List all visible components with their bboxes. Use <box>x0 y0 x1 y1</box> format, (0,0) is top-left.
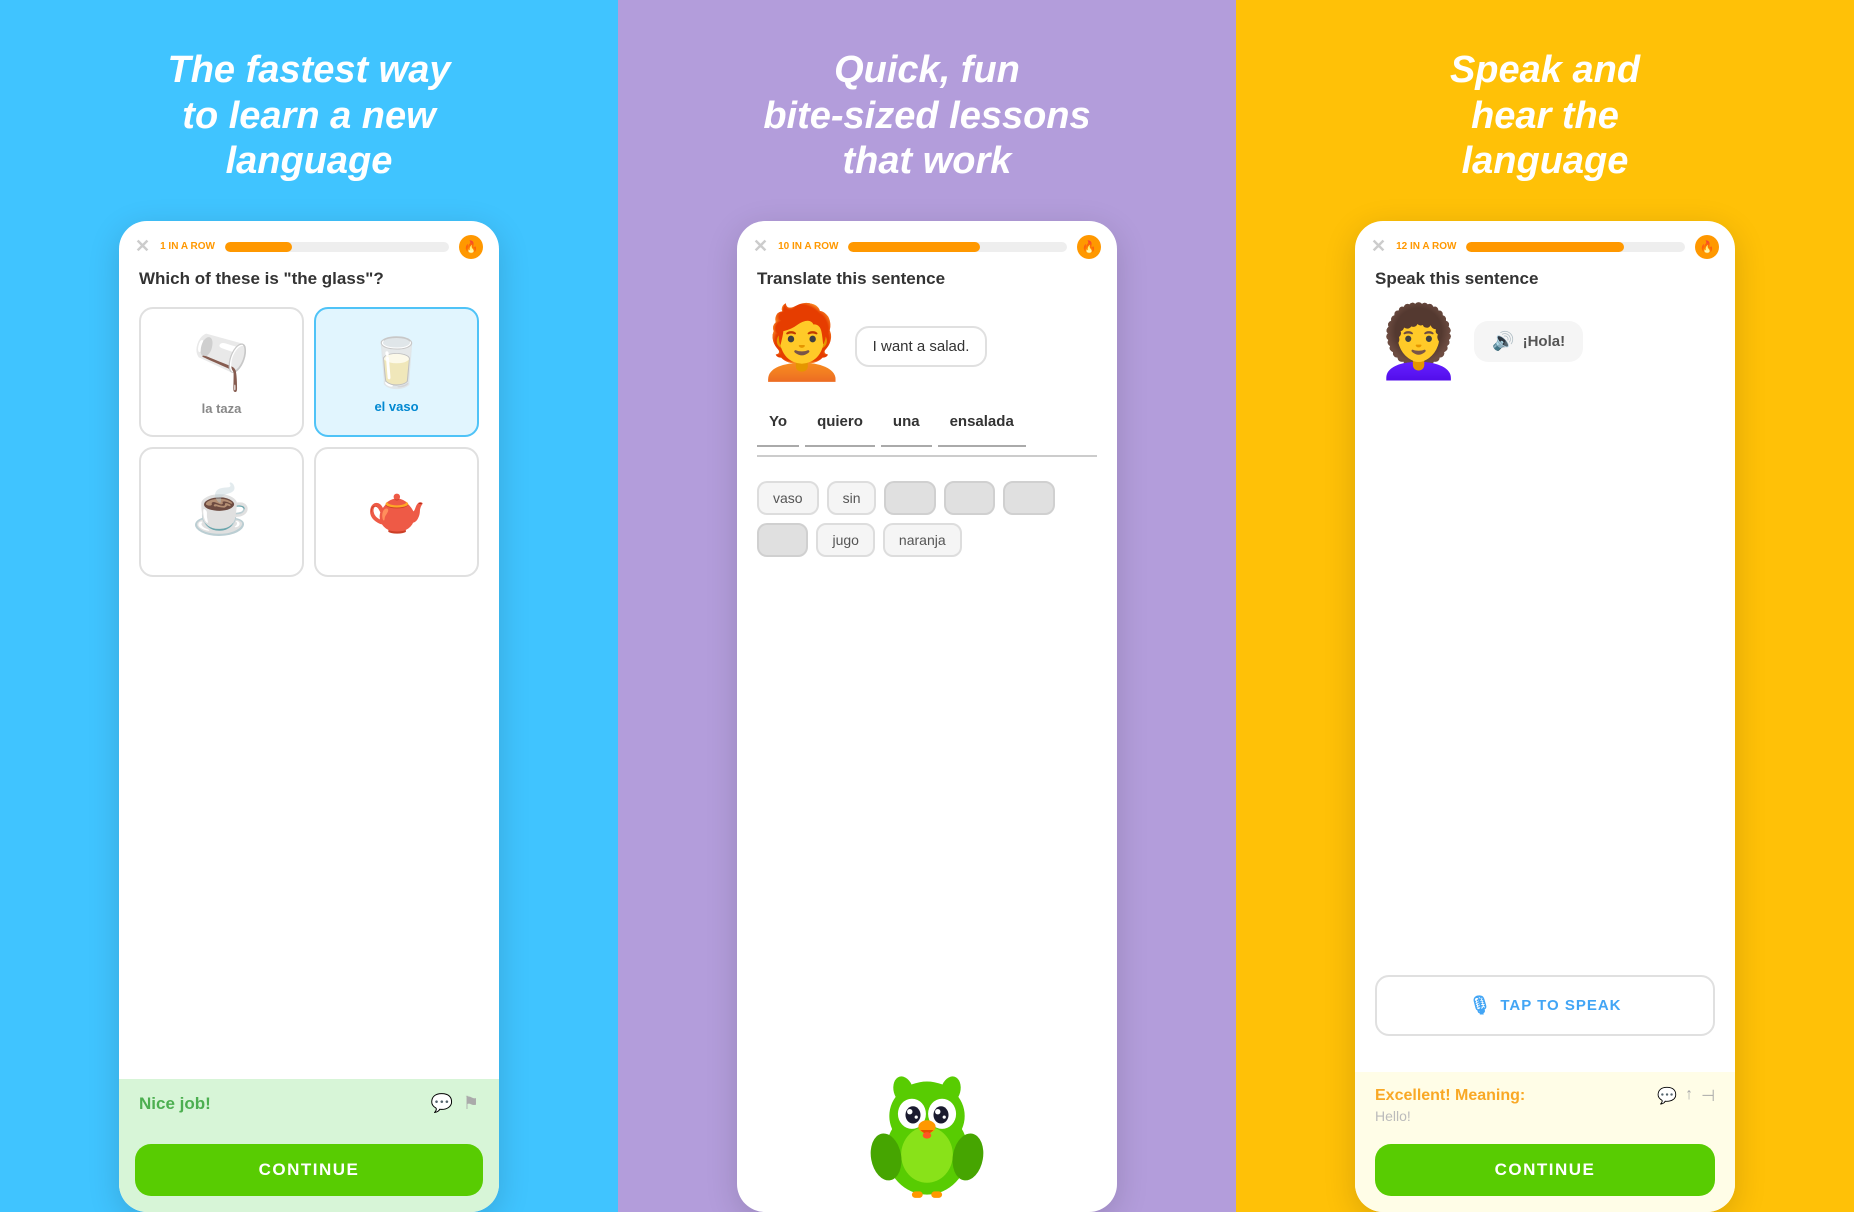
cell-label-la-taza: la taza <box>202 401 242 416</box>
translate-section: Translate this sentence 🧑‍🦰 I want a sal… <box>737 269 1117 1212</box>
character-figure: 🧑‍🦰 <box>757 307 847 379</box>
progress-label-2: 10 IN A ROW <box>778 241 838 252</box>
progress-bar-bg-3 <box>1466 242 1685 252</box>
panel-purple: Quick, fun bite-sized lessons that work … <box>618 0 1236 1212</box>
close-icon-1[interactable]: ✕ <box>135 236 150 257</box>
cup-icon: 🫗 <box>189 332 254 393</box>
excellent-icons: 💬 ↑ ⊣ <box>1657 1086 1715 1106</box>
answer-word-ensalada[interactable]: ensalada <box>938 407 1026 447</box>
flag-icon-1[interactable]: ⚑ <box>463 1093 479 1114</box>
share-icon-3[interactable]: ↑ <box>1685 1086 1693 1106</box>
cell-la-taza[interactable]: 🫗 la taza <box>139 307 304 437</box>
close-icon-2[interactable]: ✕ <box>753 236 768 257</box>
coffee-pot-icon: 🫖 <box>367 481 427 538</box>
hola-text: ¡Hola! <box>1523 333 1566 350</box>
feedback-text-1: Nice job! <box>139 1094 211 1114</box>
card-content-1: Which of these is "the glass"? 🫗 la taza… <box>119 269 499 1079</box>
cell-label-el-vaso: el vaso <box>374 399 418 414</box>
feedback-bar-1: Nice job! 💬 ⚑ <box>119 1079 499 1124</box>
progress-label-3: 12 IN A ROW <box>1396 241 1456 252</box>
word-bank-vaso[interactable]: vaso <box>757 481 819 515</box>
word-bank-blank-4 <box>757 523 808 557</box>
progress-row-3: ✕ 12 IN A ROW 🔥 <box>1355 221 1735 269</box>
speak-char-row: 👩‍🦱 🔊 ¡Hola! <box>1375 307 1715 377</box>
chat-icon-3[interactable]: 💬 <box>1657 1086 1677 1106</box>
coffee-bag-icon: ☕ <box>192 481 252 538</box>
speak-character-figure: 👩‍🦱 <box>1375 307 1462 377</box>
cell-el-vaso[interactable]: 🥛 el vaso <box>314 307 479 437</box>
glass-icon: 🥛 <box>367 334 427 391</box>
question-text-1: Which of these is "the glass"? <box>139 269 479 289</box>
panel-yellow: Speak and hear the language ✕ 12 IN A RO… <box>1236 0 1854 1212</box>
owl-container <box>757 1060 1097 1200</box>
progress-bar-fill-2 <box>848 242 979 252</box>
answer-word-yo[interactable]: Yo <box>757 407 799 447</box>
mic-icon: 🎙 <box>1468 995 1492 1016</box>
continue-area-1: CONTINUE <box>119 1124 499 1212</box>
bookmark-icon-3[interactable]: ⊣ <box>1701 1086 1715 1106</box>
character-bubble: 🧑‍🦰 I want a salad. <box>757 307 1097 379</box>
answer-area: Yo quiero una ensalada <box>757 407 1097 457</box>
duolingo-owl <box>857 1060 997 1200</box>
streak-icon-1: 🔥 <box>459 235 483 259</box>
word-bank-jugo[interactable]: jugo <box>816 523 874 557</box>
continue-button-3[interactable]: CONTINUE <box>1375 1144 1715 1196</box>
feedback-icons-1: 💬 ⚑ <box>430 1093 479 1114</box>
streak-icon-2: 🔥 <box>1077 235 1101 259</box>
progress-label-1: 1 IN A ROW <box>160 241 215 252</box>
panel-blue: The fastest way to learn a new language … <box>0 0 618 1212</box>
question-text-2: Translate this sentence <box>757 269 1097 289</box>
cell-coffee-pot[interactable]: 🫖 <box>314 447 479 577</box>
question-text-3: Speak this sentence <box>1375 269 1715 289</box>
panel-title-2: Quick, fun bite-sized lessons that work <box>763 48 1090 185</box>
word-bank: vaso sin jugo naranja <box>757 481 1097 557</box>
speaker-icon[interactable]: 🔊 <box>1492 331 1514 352</box>
tap-label: TAP TO SPEAK <box>1500 997 1621 1014</box>
cell-coffee-bag[interactable]: ☕ <box>139 447 304 577</box>
excellent-row: Excellent! Meaning: 💬 ↑ ⊣ <box>1375 1086 1715 1106</box>
word-bank-blank-1 <box>884 481 935 515</box>
progress-row-1: ✕ 1 IN A ROW 🔥 <box>119 221 499 269</box>
progress-bar-bg-2 <box>848 242 1067 252</box>
excellent-title: Excellent! Meaning: <box>1375 1087 1525 1105</box>
progress-bar-bg-1 <box>225 242 449 252</box>
excellent-bar: Excellent! Meaning: 💬 ↑ ⊣ Hello! CONTINU… <box>1355 1072 1735 1212</box>
excellent-meaning: Hello! <box>1375 1108 1715 1124</box>
answer-word-quiero[interactable]: quiero <box>805 407 875 447</box>
answer-word-una[interactable]: una <box>881 407 932 447</box>
continue-button-1[interactable]: CONTINUE <box>135 1144 483 1196</box>
tap-to-speak-button[interactable]: 🎙 TAP TO SPEAK <box>1375 975 1715 1036</box>
progress-row-2: ✕ 10 IN A ROW 🔥 <box>737 221 1117 269</box>
progress-bar-fill-1 <box>225 242 292 252</box>
panel-title-3: Speak and hear the language <box>1450 48 1640 185</box>
panel-title-1: The fastest way to learn a new language <box>168 48 451 185</box>
close-icon-3[interactable]: ✕ <box>1371 236 1386 257</box>
phone-card-1: ✕ 1 IN A ROW 🔥 Which of these is "the gl… <box>119 221 499 1212</box>
phone-card-2: ✕ 10 IN A ROW 🔥 Translate this sentence … <box>737 221 1117 1212</box>
word-bank-blank-3 <box>1003 481 1054 515</box>
image-grid-1: 🫗 la taza 🥛 el vaso ☕ 🫖 <box>139 307 479 577</box>
speech-bubble: I want a salad. <box>855 326 988 367</box>
progress-bar-fill-3 <box>1466 242 1623 252</box>
hola-bubble: 🔊 ¡Hola! <box>1474 321 1583 362</box>
chat-icon-1[interactable]: 💬 <box>430 1093 452 1114</box>
word-bank-blank-2 <box>944 481 995 515</box>
streak-icon-3: 🔥 <box>1695 235 1719 259</box>
word-bank-sin[interactable]: sin <box>827 481 877 515</box>
speak-section: Speak this sentence 👩‍🦱 🔊 ¡Hola! 🎙 TAP T… <box>1355 269 1735 1072</box>
word-bank-naranja[interactable]: naranja <box>883 523 962 557</box>
phone-card-3: ✕ 12 IN A ROW 🔥 Speak this sentence 👩‍🦱 … <box>1355 221 1735 1212</box>
